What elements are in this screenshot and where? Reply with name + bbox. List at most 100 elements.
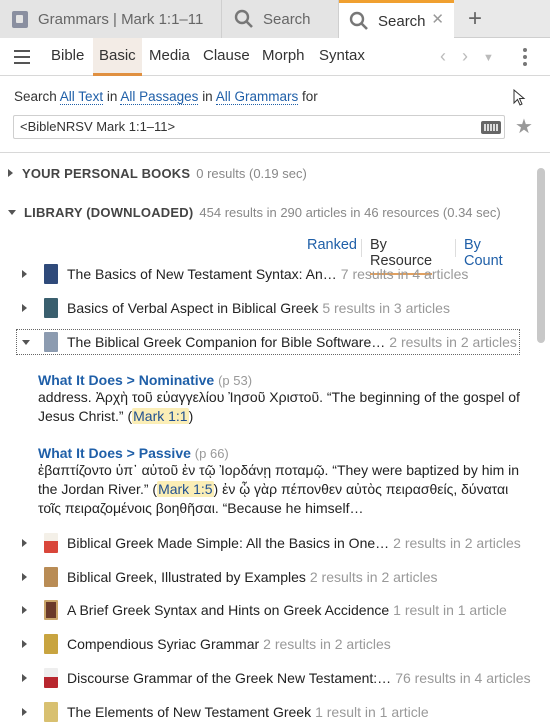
book-cover-icon [44,298,58,318]
expand-icon [22,304,27,312]
tab-label: Search [263,10,311,28]
collection-scope-link[interactable]: All Grammars [215,89,299,105]
resource-title: Basics of Verbal Aspect in Biblical Gree… [67,300,319,316]
result-resource-row[interactable]: Discourse Grammar of the Greek New Testa… [22,667,531,689]
menu-icon[interactable] [14,50,30,64]
tab-grammars[interactable]: Grammars | Mark 1:1–11 [0,0,222,38]
new-tab-plus-icon[interactable]: + [460,0,490,38]
book-cover-icon [44,264,58,284]
hit-heading-text: What It Does > Nominative [38,372,215,388]
verse-reference-link[interactable]: Mark 1:5 [157,481,214,497]
tab-basic[interactable]: Basic [93,38,142,76]
resource-title: The Biblical Greek Companion for Bible S… [67,334,386,350]
collapse-icon [8,210,16,215]
tab-strip: Grammars | Mark 1:1–11 Search Search ✕ + [0,0,550,39]
text-scope-link[interactable]: All Text [59,89,104,105]
result-resource-row[interactable]: Biblical Greek, Illustrated by Examples … [22,566,437,588]
section-meta: 454 results in 290 articles in 46 resour… [199,205,501,220]
section-meta: 0 results (0.19 sec) [196,166,307,181]
search-type-toolbar: Bible Basic Media Clause Morph Syntax ‹ … [0,38,550,76]
close-icon[interactable]: ✕ [431,10,444,28]
more-options-icon[interactable] [522,48,528,68]
passage-scope-link[interactable]: All Passages [120,89,199,105]
result-resource-row[interactable]: The Elements of New Testament Greek 1 re… [22,701,429,723]
expand-icon [22,640,27,648]
tab-morph[interactable]: Morph [256,38,311,76]
tab-label: Grammars | Mark 1:1–11 [38,10,204,28]
resource-title: The Basics of New Testament Syntax: An… [67,266,337,282]
hit-heading[interactable]: What It Does > Nominative (p 53) [38,372,252,388]
section-title: LIBRARY (DOWNLOADED) [24,205,194,220]
resource-title: A Brief Greek Syntax and Hints on Greek … [67,602,390,618]
forward-arrow-icon[interactable]: › [462,46,468,67]
tab-media[interactable]: Media [143,38,196,76]
expand-icon [22,539,27,547]
search-input[interactable]: <BibleNRSV Mark 1:1–11> [13,115,505,139]
tab-syntax[interactable]: Syntax [313,38,371,76]
snippet-text: ) [188,408,194,424]
collapse-icon [22,339,30,345]
tab-search-1[interactable]: Search [222,0,339,38]
for-label: for [302,89,318,104]
page-number: (p 66) [194,446,229,461]
result-resource-row[interactable]: Basics of Verbal Aspect in Biblical Gree… [22,297,450,319]
divider [455,239,456,257]
resource-title: Compendious Syriac Grammar [67,636,260,652]
snippet-text: address. Ἀρχὴ τοῦ εὐαγγελίου Ἰησοῦ Χριστ… [38,389,520,424]
result-count: 7 results in 4 articles [340,266,469,282]
result-resource-row[interactable]: The Basics of New Testament Syntax: An… … [22,263,468,285]
hit-heading[interactable]: What It Does > Passive (p 66) [38,445,229,461]
divider [361,239,362,257]
result-resource-row[interactable]: Compendious Syriac Grammar 2 results in … [22,633,391,655]
hit-heading-text: What It Does > Passive [38,445,191,461]
result-count: 5 results in 3 articles [322,300,450,316]
book-cover-icon [44,668,58,688]
expand-icon [22,708,27,716]
library-header[interactable]: LIBRARY (DOWNLOADED) 454 results in 290 a… [8,205,501,220]
scrollbar[interactable] [537,168,545,343]
expand-icon [8,169,13,177]
expand-icon [22,573,27,581]
book-cover-icon [44,600,58,620]
result-count: 2 results in 2 articles [393,535,521,551]
tab-search-active[interactable]: Search ✕ [339,0,454,39]
sort-ranked[interactable]: Ranked [307,237,357,257]
result-resource-row[interactable]: Biblical Greek Made Simple: All the Basi… [22,532,521,554]
mouse-cursor-icon [513,89,526,106]
hit-snippet: address. Ἀρχὴ τοῦ εὐαγγελίου Ἰησοῦ Χριστ… [38,388,523,426]
expand-icon [22,606,27,614]
result-resource-row-expanded[interactable]: The Biblical Greek Companion for Bible S… [16,329,520,355]
book-cover-icon [44,567,58,587]
expand-icon [22,674,27,682]
search-scope-line: Search All Text in All Passages in All G… [14,89,318,105]
tab-bible[interactable]: Bible [45,38,90,76]
search-prefix: Search [14,89,57,104]
resource-title: Biblical Greek, Illustrated by Examples [67,569,306,585]
search-icon [234,9,253,28]
resource-title: Biblical Greek Made Simple: All the Basi… [67,535,390,551]
result-count: 2 results in 2 articles [389,334,517,350]
book-cover-icon [44,332,58,352]
personal-books-header[interactable]: YOUR PERSONAL BOOKS 0 results (0.19 sec) [8,166,307,181]
result-resource-row[interactable]: A Brief Greek Syntax and Hints on Greek … [22,599,507,621]
result-count: 76 results in 4 articles [395,670,531,686]
book-cover-icon [44,702,58,722]
resource-title: The Elements of New Testament Greek [67,704,312,720]
section-title: YOUR PERSONAL BOOKS [22,166,191,181]
result-count: 1 result in 1 article [393,602,507,618]
in-label: in [202,89,213,104]
history-dropdown-icon[interactable]: ▼ [483,52,494,64]
keyboard-icon[interactable] [481,121,501,134]
hit-snippet: ἐβαπτίζοντο ὑπ᾽ αὐτοῦ ἐν τῷ Ἰορδάνῃ ποτα… [38,461,523,518]
result-count: 2 results in 2 articles [263,636,391,652]
sort-by-count[interactable]: By Count [464,237,503,273]
search-icon [349,11,368,30]
in-label: in [106,89,118,104]
favorite-star-icon[interactable]: ★ [515,114,533,139]
tab-clause[interactable]: Clause [197,38,256,76]
book-icon [12,10,28,28]
book-cover-icon [44,533,58,553]
back-arrow-icon[interactable]: ‹ [440,46,446,67]
verse-reference-link[interactable]: Mark 1:1 [132,408,189,424]
page-number: (p 53) [218,373,253,388]
